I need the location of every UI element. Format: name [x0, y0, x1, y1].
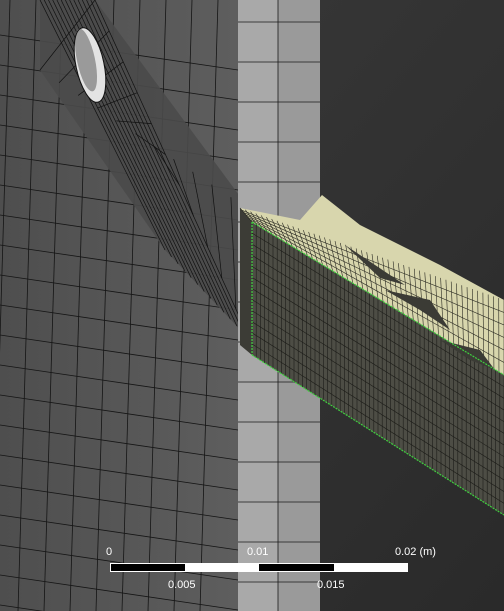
- scale-label-0-02-m: 0.02 (m): [395, 546, 436, 558]
- scale-label-0-005: 0.005: [168, 579, 196, 591]
- scale-label-0: 0: [106, 546, 113, 558]
- mesh-scene: [0, 0, 504, 611]
- scale-label-0-015: 0.015: [317, 579, 345, 591]
- scale-label-0-01: 0.01: [247, 546, 269, 558]
- scale-bar: [110, 563, 408, 572]
- beam-end-face: [240, 208, 252, 355]
- mesh-viewport[interactable]: 0 0.01 0.02 (m) 0.005 0.015: [0, 0, 504, 611]
